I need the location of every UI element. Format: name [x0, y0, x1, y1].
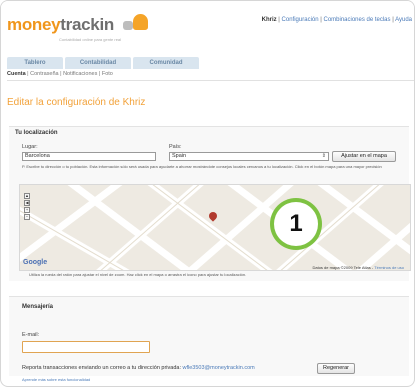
location-map[interactable]: ▲ ◀ + − Google Datos de mapa ©2009 Tele …: [19, 184, 411, 271]
logo-trackin: trackin: [60, 15, 114, 34]
zoom-out-icon[interactable]: −: [24, 214, 30, 220]
callout-number: 1: [274, 202, 318, 246]
email-label: E-mail:: [22, 332, 40, 338]
logo-money: money: [7, 15, 61, 34]
place-input[interactable]: Barcelona: [22, 152, 156, 161]
report-line: Reporta transacciones enviando un correo…: [22, 365, 255, 371]
map-hint: Utiliza la rueda del ratón para ajustar …: [29, 272, 247, 277]
subnav-password[interactable]: Contraseña: [30, 71, 58, 77]
map-credit-text: Datos de mapa ©2009 Tele Atlas -: [312, 265, 374, 270]
map-terms-link[interactable]: Términos de uso: [374, 265, 404, 270]
country-value: Spain: [172, 153, 187, 159]
header: moneytrackin Contabilidad online para ge…: [1, 1, 414, 53]
callout-badge: 1: [270, 198, 322, 250]
messaging-title: Mensajería: [22, 304, 54, 310]
map-streets: [20, 185, 410, 270]
help-link[interactable]: Ayuda: [395, 17, 412, 23]
shortcuts-link[interactable]: Combinaciones de teclas: [323, 17, 390, 23]
report-text: Reporta transacciones enviando un correo…: [22, 365, 181, 371]
tab-contabilidad[interactable]: Contabilidad: [65, 57, 131, 69]
pan-up-icon[interactable]: ▲: [24, 193, 30, 199]
pan-left-icon[interactable]: ◀: [24, 200, 30, 206]
subnav-account[interactable]: Cuenta: [7, 71, 26, 77]
zoom-in-icon[interactable]: +: [24, 207, 30, 213]
top-links: Khriz | Configuración | Combinaciones de…: [261, 17, 412, 23]
country-label: País:: [169, 144, 182, 150]
email-input[interactable]: [22, 341, 150, 353]
sub-navigation: Cuenta | Contraseña | Notificaciones | F…: [7, 71, 414, 81]
place-label: Lugar:: [22, 144, 38, 150]
tagline: Contabilidad online para gente real: [59, 37, 122, 42]
page-title: Editar la configuración de Khriz: [7, 97, 146, 108]
logo-icon: [121, 13, 149, 31]
user-name: Khriz: [261, 17, 277, 23]
regenerate-button[interactable]: Regenerar: [317, 363, 355, 374]
location-hint: P. Escribe tu dirección o tu población. …: [22, 164, 382, 169]
map-brand: Google: [23, 259, 48, 266]
page-frame: moneytrackin Contabilidad online para ge…: [0, 0, 415, 387]
learn-more-link[interactable]: Aprende más sobre esta funcionalidad: [22, 377, 90, 382]
main-tabs: Tablero Contabilidad Comunidad: [1, 57, 414, 69]
config-link[interactable]: Configuración: [282, 17, 319, 23]
tab-tablero[interactable]: Tablero: [7, 57, 63, 69]
country-select[interactable]: Spain ⇕: [169, 152, 329, 161]
select-arrows-icon: ⇕: [321, 153, 326, 159]
logo[interactable]: moneytrackin: [7, 15, 114, 35]
subnav-photo[interactable]: Foto: [102, 71, 113, 77]
subnav-notifications[interactable]: Notificaciones: [63, 71, 97, 77]
map-zoom-controls: ▲ ◀ + −: [24, 193, 38, 221]
map-credit: Datos de mapa ©2009 Tele Atlas - Término…: [312, 265, 404, 270]
adjust-map-button[interactable]: Ajustar en el mapa: [332, 151, 396, 162]
report-email-link[interactable]: wfle3503@moneytrackin.com: [183, 365, 255, 371]
tab-comunidad[interactable]: Comunidad: [133, 57, 199, 69]
location-title: Tu localización: [15, 130, 58, 136]
